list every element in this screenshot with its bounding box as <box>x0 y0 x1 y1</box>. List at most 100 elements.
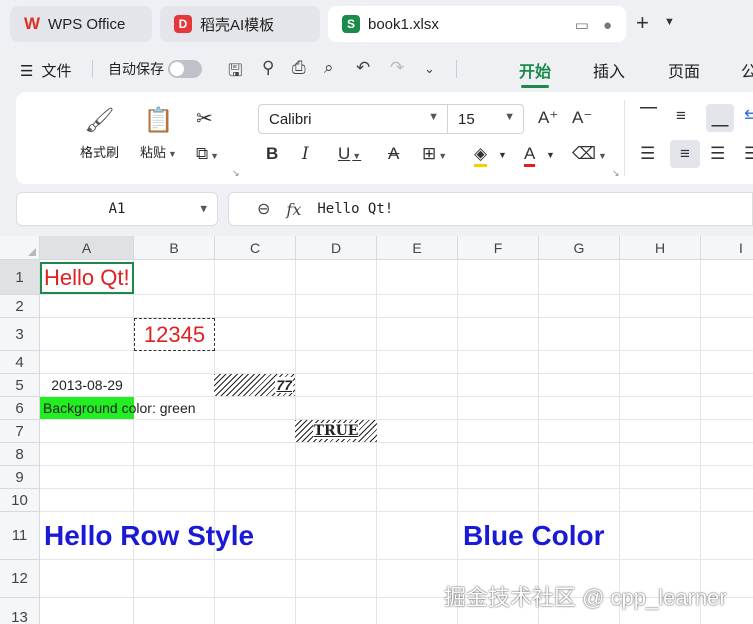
chevron-down-icon[interactable]: ▼ <box>546 150 555 160</box>
cell-reference: A1 <box>108 201 126 217</box>
align-center-icon[interactable]: ≡ <box>670 140 700 168</box>
gridline <box>40 419 753 420</box>
fx-icon[interactable]: fx <box>286 200 301 219</box>
strikethrough-icon[interactable]: A <box>388 144 399 164</box>
cell-a6[interactable]: Background color: green <box>40 397 196 419</box>
formula-bar: ⊖ fx Hello Qt! <box>228 192 753 226</box>
cut-icon[interactable]: ✂ <box>196 106 213 131</box>
tab-start[interactable]: 开始 <box>519 58 551 88</box>
format-painter-label: 格式刷 <box>80 145 120 160</box>
column-header-g[interactable]: G <box>539 236 620 260</box>
file-menu[interactable]: ☰ 文件 <box>20 60 71 81</box>
row-header-9[interactable]: 9 <box>0 466 40 489</box>
font-color-icon[interactable]: A <box>524 144 536 167</box>
column-header-f[interactable]: F <box>458 236 539 260</box>
autosave-switch[interactable] <box>168 60 202 78</box>
row-header-2[interactable]: 2 <box>0 295 40 318</box>
tab-list-chevron-icon[interactable]: ▼ <box>664 16 675 28</box>
print-preview-icon[interactable]: ⌕ <box>324 58 334 78</box>
tab-more[interactable]: 公 <box>741 58 753 82</box>
cell-a5[interactable]: 2013-08-29 <box>40 374 134 396</box>
print-icon[interactable]: ⎙ <box>292 58 306 78</box>
name-box[interactable]: A1 ▼ <box>16 192 218 226</box>
justify-icon[interactable]: ☰ <box>744 144 753 164</box>
row-header-3[interactable]: 3 <box>0 318 40 351</box>
align-left-icon[interactable]: ☰ <box>640 144 655 164</box>
border-icon[interactable]: ⊞ ▼ <box>422 144 447 164</box>
row-header-6[interactable]: 6 <box>0 397 40 420</box>
row-header-10[interactable]: 10 <box>0 489 40 512</box>
paste-button[interactable]: 📋 粘贴 ▼ <box>140 106 177 161</box>
column-header-c[interactable]: C <box>215 236 296 260</box>
cell-a11[interactable]: Hello Row Style <box>44 512 254 560</box>
gridline <box>40 442 753 443</box>
gridline <box>40 373 753 374</box>
row-header-5[interactable]: 5 <box>0 374 40 397</box>
row-header-11[interactable]: 11 <box>0 512 40 560</box>
save-icon[interactable]: 🖫 <box>228 58 242 87</box>
font-size-value: 15 <box>458 110 475 128</box>
tab-insert[interactable]: 插入 <box>593 58 625 82</box>
wps-logo-icon: W <box>24 14 41 33</box>
search-formula-icon[interactable]: ⊖ <box>257 199 270 219</box>
row-header-7[interactable]: 7 <box>0 420 40 443</box>
font-launcher-icon[interactable]: ↘ <box>612 168 620 179</box>
fill-color-icon[interactable]: ◈ <box>474 144 488 167</box>
font-name-select[interactable]: Calibri ▼ <box>258 104 448 134</box>
cell-d7[interactable]: TRUE <box>295 420 377 442</box>
format-painter-button[interactable]: 🖌 格式刷 <box>80 106 119 161</box>
column-header-a[interactable]: A <box>40 236 134 260</box>
formula-input[interactable]: Hello Qt! <box>317 201 393 217</box>
column-header-d[interactable]: D <box>296 236 377 260</box>
tab-template[interactable]: D 稻壳AI模板 <box>160 6 320 42</box>
clipboard-launcher-icon[interactable]: ↘ <box>232 168 240 179</box>
hamburger-icon: ☰ <box>20 62 34 80</box>
italic-icon[interactable]: I <box>302 144 309 164</box>
autosave-toggle[interactable]: 自动保存 <box>108 59 202 79</box>
gridline <box>700 260 701 624</box>
chevron-down-icon[interactable]: ▼ <box>498 150 507 160</box>
cell-f11[interactable]: Blue Color <box>463 512 605 560</box>
redo-icon[interactable]: ↷ <box>390 58 404 78</box>
tab-book1-label: book1.xlsx <box>368 15 439 33</box>
row-header-4[interactable]: 4 <box>0 351 40 374</box>
window-icon[interactable]: ▭ <box>575 16 589 34</box>
align-bottom-icon[interactable]: ⎽ <box>706 104 734 132</box>
row-header-1[interactable]: 1 <box>0 260 40 295</box>
row-header-13[interactable]: 13 <box>0 598 40 624</box>
cell-b3[interactable]: 12345 <box>134 318 215 351</box>
underline-icon[interactable]: U ▼ <box>338 144 361 164</box>
undo-icon[interactable]: ↶ <box>356 58 370 78</box>
cell-c5[interactable]: 77 <box>214 374 295 396</box>
eraser-icon[interactable]: ⌫ ▼ <box>572 144 607 164</box>
cell-c5-value: 77 <box>275 377 293 393</box>
copy-icon[interactable]: ⧉ ▼ <box>196 144 219 164</box>
increase-font-icon[interactable]: A⁺ <box>538 108 558 128</box>
row-header-12[interactable]: 12 <box>0 560 40 598</box>
align-top-icon[interactable]: ⎺ <box>640 106 657 126</box>
column-header-b[interactable]: B <box>134 236 215 260</box>
unsaved-dot-icon[interactable]: ● <box>603 17 612 34</box>
align-right-icon[interactable]: ☰ <box>710 144 725 164</box>
new-tab-plus-icon[interactable]: + <box>636 10 649 36</box>
decrease-font-icon[interactable]: A⁻ <box>572 108 592 128</box>
more-chevron-icon[interactable]: ⌄ <box>424 61 435 77</box>
share-icon[interactable]: ⚲ <box>262 58 274 78</box>
tab-wps-office-label: WPS Office <box>48 15 126 33</box>
spreadsheet-grid[interactable]: A B C D E F G H I 1 2 3 4 5 6 7 8 9 10 1… <box>0 236 753 624</box>
column-header-h[interactable]: H <box>620 236 701 260</box>
align-middle-icon[interactable]: ≡ <box>676 106 686 126</box>
row-header-8[interactable]: 8 <box>0 443 40 466</box>
tab-template-label: 稻壳AI模板 <box>200 16 275 34</box>
wrap-text-icon[interactable]: ⇆ <box>744 106 753 126</box>
cell-a1[interactable]: Hello Qt! <box>40 262 134 294</box>
bold-icon[interactable]: B <box>266 144 278 164</box>
tab-page[interactable]: 页面 <box>668 58 700 82</box>
tab-book1[interactable]: S book1.xlsx ▭ ● <box>328 6 626 42</box>
column-header-i[interactable]: I <box>701 236 753 260</box>
column-header-e[interactable]: E <box>377 236 458 260</box>
font-size-select[interactable]: 15 ▼ <box>447 104 524 134</box>
select-all-corner[interactable] <box>0 236 40 260</box>
chevron-down-icon: ▼ <box>428 111 439 123</box>
tab-wps-office[interactable]: W WPS Office <box>10 6 152 42</box>
